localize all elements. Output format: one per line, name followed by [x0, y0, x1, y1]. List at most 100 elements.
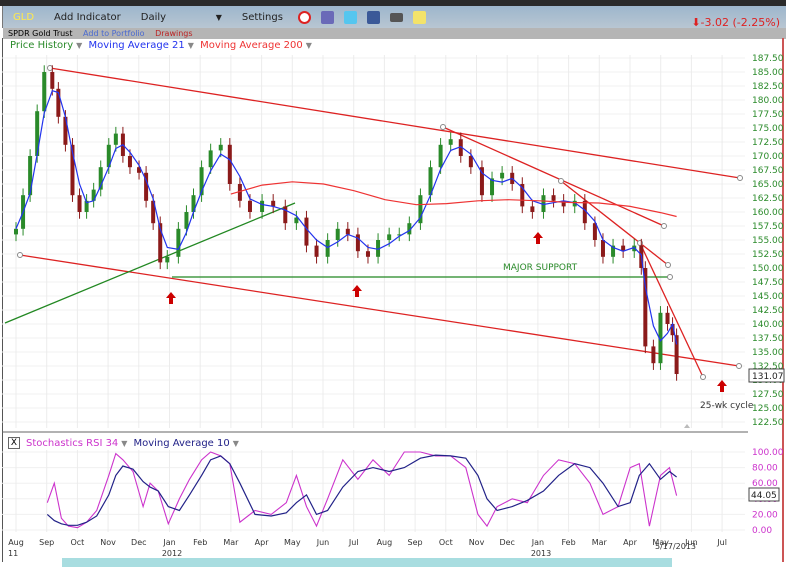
price-tick-label: 187.50	[752, 54, 784, 64]
trendline-uptrend[interactable]	[4, 202, 296, 324]
candle-body	[260, 200, 265, 212]
x-tick-label: Feb	[562, 538, 576, 547]
candle-body	[304, 217, 309, 246]
trendline-handle[interactable]	[737, 175, 743, 181]
trendline-handle[interactable]	[17, 252, 23, 258]
price-tick-label: 155.00	[752, 236, 784, 246]
current-date-label: 5/17/2013	[655, 542, 696, 551]
candle-body	[387, 234, 392, 240]
price-tick-label: 135.00	[752, 348, 784, 358]
trendline-handle[interactable]	[700, 374, 706, 380]
candle-body	[283, 206, 288, 224]
x-tick-label: Oct	[439, 538, 453, 547]
candle-body	[28, 156, 33, 196]
candle-body	[448, 139, 453, 145]
candle-body	[325, 240, 330, 257]
price-tick-label: 145.00	[752, 292, 784, 302]
candle-body	[314, 245, 319, 257]
x-year-label: 2012	[162, 549, 182, 558]
x-tick-label: Apr	[255, 538, 270, 547]
x-tick-label: Jul	[348, 538, 359, 547]
x-tick-label: Jul	[716, 538, 727, 547]
cycle-arrow[interactable]	[166, 292, 176, 304]
x-tick-label: Jan	[162, 538, 175, 547]
stoch-tick-label: 100.00	[752, 448, 784, 458]
horizontal-scrollbar[interactable]	[62, 558, 672, 567]
pane-resize-handle-icon[interactable]	[684, 424, 690, 428]
x-year-label: 2013	[531, 549, 551, 558]
dropdown-icon[interactable]: ▼	[233, 439, 239, 448]
candle-body	[176, 228, 181, 257]
close-pane-button[interactable]: X	[8, 437, 20, 449]
price-tick-label: 125.00	[752, 404, 784, 414]
chart-canvas[interactable]: 187.50 185.00 182.50 180.00 177.50 175.00 172.…	[0, 0, 786, 567]
x-year-label: 11	[8, 549, 18, 558]
cycle-arrow[interactable]	[717, 380, 727, 392]
candle-body	[438, 144, 443, 168]
price-tick-label: 152.50	[752, 250, 784, 260]
candle-body	[208, 150, 213, 168]
candle-body	[500, 172, 505, 179]
candle-body	[127, 156, 132, 168]
trendline-handle[interactable]	[558, 178, 564, 184]
price-tick-label: 162.50	[752, 194, 784, 204]
x-tick-label: Dec	[499, 538, 514, 547]
price-tick-label: 160.00	[752, 208, 784, 218]
x-tick-label: Mar	[592, 538, 608, 547]
price-tick-label: 170.00	[752, 152, 784, 162]
price-tick-label: 150.00	[752, 264, 784, 274]
x-tick-label: Nov	[469, 538, 485, 547]
candle-body	[600, 240, 605, 257]
ma200-line	[230, 181, 677, 218]
price-tick-label: 185.00	[752, 68, 784, 78]
trendline-handle[interactable]	[736, 363, 742, 369]
dropdown-icon[interactable]: ▼	[121, 439, 127, 448]
price-tick-label: 122.50	[752, 418, 784, 428]
price-tick-label: 177.50	[752, 110, 784, 120]
candle-body	[184, 212, 189, 229]
candle-body	[77, 195, 82, 212]
trendlines[interactable]	[4, 65, 743, 380]
candle-body	[14, 228, 18, 235]
candle-body	[165, 256, 170, 263]
price-tick-label: 147.50	[752, 278, 784, 288]
x-tick-label: Sep	[408, 538, 423, 547]
legend-stoch-rsi[interactable]: Stochastics RSI 34	[26, 438, 118, 449]
x-tick-label: Apr	[623, 538, 638, 547]
candle-body	[651, 346, 656, 364]
price-tick-label: 182.50	[752, 82, 784, 92]
last-price: 131.07	[752, 372, 784, 382]
stoch-legend: X Stochastics RSI 34 ▼ Moving Average 10 ▼	[8, 437, 245, 449]
x-tick-label: May	[284, 538, 301, 547]
legend-stoch-ma[interactable]: Moving Average 10	[133, 438, 229, 449]
candle-body	[335, 228, 340, 240]
trendline-handle[interactable]	[47, 65, 53, 71]
x-tick-label: Jan	[531, 538, 544, 547]
candle-body	[365, 251, 370, 257]
x-tick-label: Sep	[39, 538, 54, 547]
trendline-handle[interactable]	[665, 262, 671, 268]
support-label: MAJOR SUPPORT	[503, 263, 578, 273]
candle-body	[42, 72, 47, 112]
candle-body	[247, 200, 252, 212]
price-tick-label: 175.00	[752, 124, 784, 134]
x-tick-label: Aug	[8, 538, 24, 547]
stoch-tick-label: 0.00	[752, 526, 772, 536]
price-tick-label: 180.00	[752, 96, 784, 106]
candle-body	[113, 133, 118, 145]
trendline-handle[interactable]	[440, 124, 446, 130]
last-stoch: 44.05	[751, 491, 777, 501]
price-tick-label: 137.50	[752, 334, 784, 344]
trendline-handle[interactable]	[661, 223, 667, 229]
x-tick-label: Oct	[70, 538, 84, 547]
candle-body	[218, 144, 223, 151]
trendline-handle[interactable]	[667, 274, 673, 280]
x-tick-label: Mar	[223, 538, 239, 547]
candle-body	[345, 228, 350, 235]
candle-body	[355, 234, 360, 252]
price-tick-label: 172.50	[752, 138, 784, 148]
candle-body	[665, 312, 670, 324]
cycle-arrow[interactable]	[533, 232, 543, 244]
trendline-upper[interactable]	[49, 67, 741, 179]
stoch-tick-label: 20.00	[752, 510, 778, 520]
